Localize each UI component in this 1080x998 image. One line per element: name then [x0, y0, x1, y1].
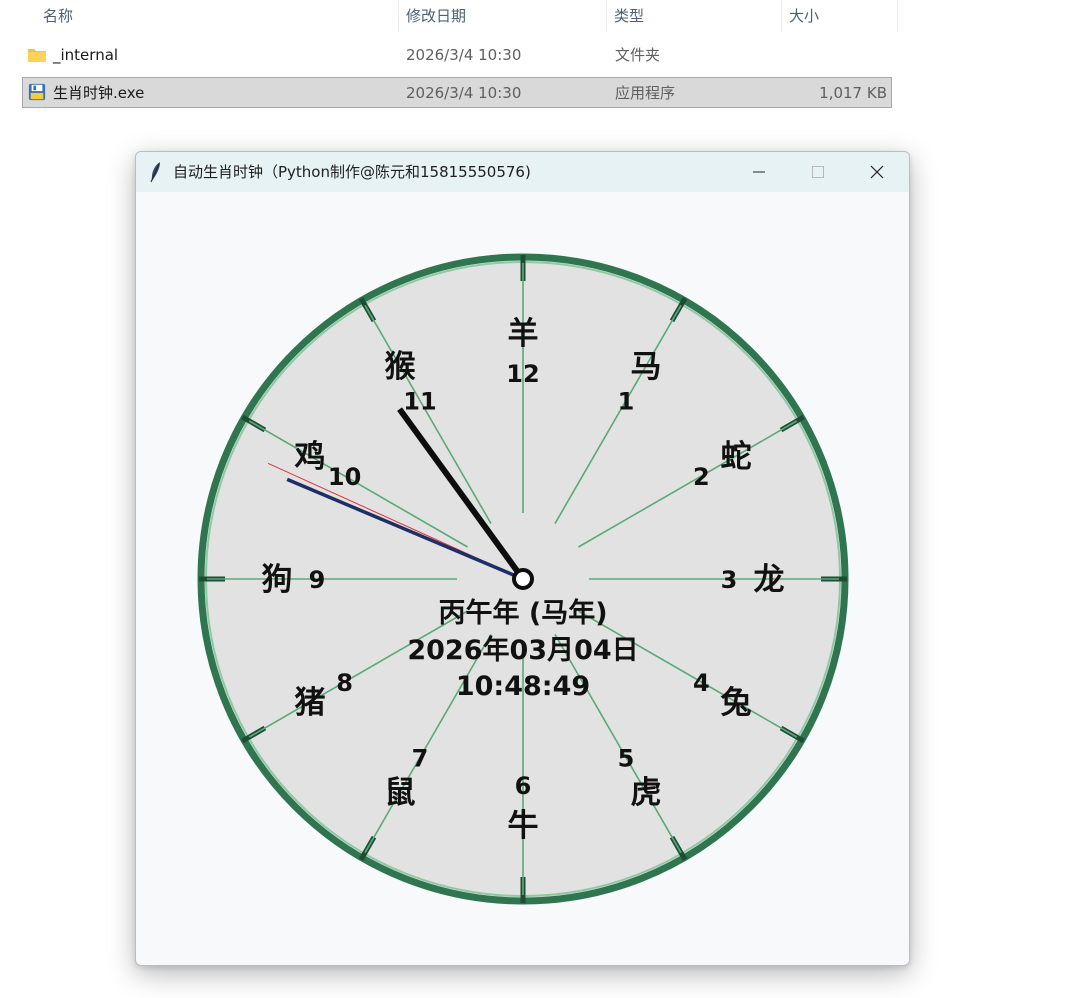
file-type: 文件夹: [615, 46, 661, 64]
file-row-internal[interactable]: _internal 2026/3/4 10:30 文件夹: [22, 40, 892, 71]
file-type: 应用程序: [615, 84, 676, 102]
close-button[interactable]: [848, 152, 906, 192]
zodiac-label: 龙: [754, 562, 785, 598]
sort-caret-icon: [211, 0, 223, 3]
hour-number: 5: [618, 744, 635, 772]
file-size: 1,017 KB: [819, 84, 887, 102]
column-divider[interactable]: [897, 0, 898, 32]
zodiac-label: 猪: [294, 685, 325, 721]
clock-window: 自动生肖时钟（Python制作@陈元和15815550576) 12 羊 1 马 2 蛇 3…: [135, 151, 910, 966]
center-pin: [512, 568, 534, 590]
zodiac-label: 鸡: [293, 439, 325, 475]
hour-number: 6: [515, 772, 532, 800]
clock-time-label: 10:48:49: [456, 671, 590, 702]
file-date: 2026/3/4 10:30: [406, 46, 522, 64]
hour-number: 2: [693, 463, 710, 491]
folder-icon: [28, 49, 46, 62]
file-name: _internal: [53, 46, 119, 64]
zodiac-label: 马: [631, 349, 662, 385]
close-icon: [870, 165, 884, 179]
window-titlebar[interactable]: 自动生肖时钟（Python制作@陈元和15815550576): [136, 152, 909, 192]
minimize-icon: [753, 171, 765, 173]
maximize-button[interactable]: [789, 152, 847, 192]
zodiac-label: 狗: [262, 562, 293, 598]
zodiac-label: 兔: [721, 685, 752, 721]
file-row-exe[interactable]: 生肖时钟.exe 2026/3/4 10:30 应用程序 1,017 KB: [22, 77, 892, 108]
hour-number: 1: [618, 388, 635, 416]
hour-number: 12: [506, 360, 539, 388]
clock-year-label: 丙午年 (马年): [438, 597, 607, 629]
maximize-icon: [812, 166, 824, 178]
file-name: 生肖时钟.exe: [53, 84, 145, 102]
minimize-button[interactable]: [730, 152, 788, 192]
zodiac-label: 鼠: [385, 775, 416, 811]
hour-number: 9: [309, 566, 326, 594]
column-header-type[interactable]: 类型: [606, 0, 781, 32]
zodiac-label: 虎: [631, 775, 662, 811]
python-exe-icon: [28, 83, 46, 101]
hour-number: 3: [721, 566, 738, 594]
window-title: 自动生肖时钟（Python制作@陈元和15815550576): [173, 163, 531, 181]
column-header-size[interactable]: 大小: [781, 0, 897, 32]
zodiac-label: 蛇: [721, 439, 752, 475]
zodiac-label: 牛: [508, 808, 539, 844]
clock-date-label: 2026年03月04日: [407, 634, 638, 666]
hour-number: 7: [412, 744, 429, 772]
zodiac-label: 猴: [385, 349, 416, 385]
zodiac-label: 羊: [508, 316, 539, 352]
column-header-date[interactable]: 修改日期: [398, 0, 606, 32]
hour-number: 8: [336, 669, 353, 697]
hour-number: 10: [328, 463, 361, 491]
clock-canvas: 12 羊 1 马 2蛇 3 龙 4兔 5 虎 6 牛 7 鼠 8猪 9狗 10鸡 11 猴 丙午年 (马年) 202…: [197, 253, 849, 905]
column-header-name[interactable]: 名称: [35, 0, 215, 32]
hour-number: 4: [693, 669, 710, 697]
file-date: 2026/3/4 10:30: [406, 84, 522, 102]
hour-number: 11: [403, 388, 436, 416]
feather-icon: [150, 162, 160, 183]
